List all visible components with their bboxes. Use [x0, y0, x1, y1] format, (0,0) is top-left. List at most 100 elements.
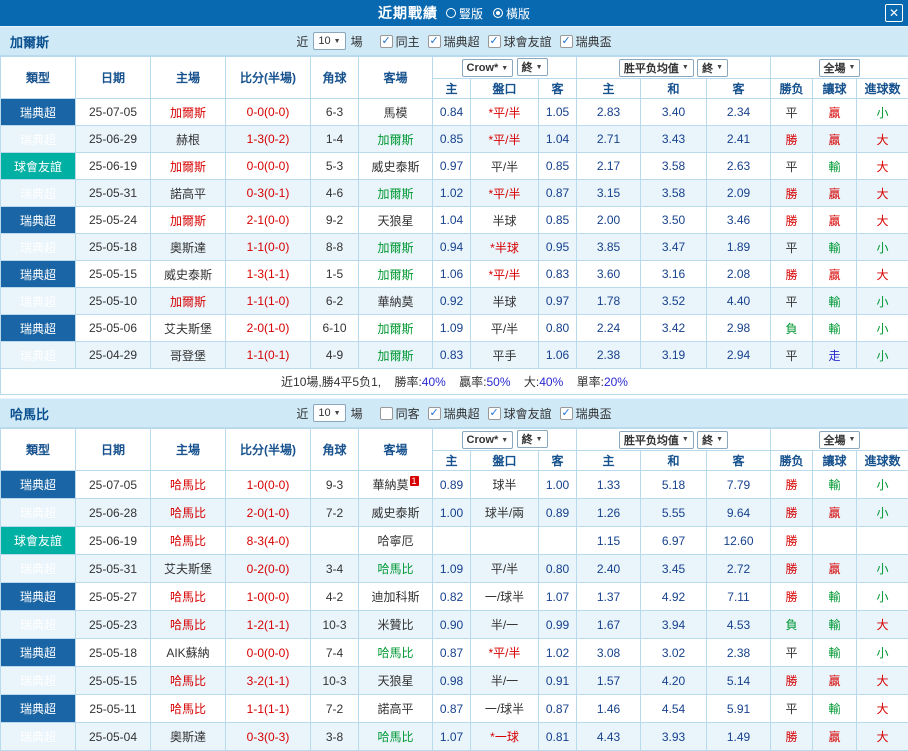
filter-checkbox[interactable]: ✓球會友誼 [488, 33, 552, 50]
rank-badge: 1 [410, 476, 419, 486]
checkbox-icon[interactable]: ✓ [488, 35, 501, 48]
match-row: 瑞典超25-05-15威史泰斯1-3(1-1)1-5加爾斯1.06*平/半0.8… [1, 261, 908, 288]
cell-odds-away [539, 527, 577, 555]
checkbox-icon[interactable]: ✓ [428, 35, 441, 48]
stat-value: 40% [422, 375, 446, 389]
bookmaker-select[interactable]: Crow*▼ [462, 59, 514, 77]
filter-checkbox[interactable]: ✓同主 [380, 33, 420, 50]
filter-checkbox[interactable]: ✓球會友誼 [488, 405, 552, 422]
cell-odds-away: 0.99 [539, 611, 577, 639]
games-count-value: 10 [318, 407, 330, 419]
match-row: 瑞典超25-05-27哈馬比1-0(0-0)4-2迪加科斯0.82一/球半1.0… [1, 583, 908, 611]
avg-type-select[interactable]: 胜平负均值▼ [619, 59, 694, 77]
radio-icon [446, 8, 456, 18]
games-count-select[interactable]: 10▼ [313, 32, 345, 50]
cell-odds-home: 0.87 [433, 695, 471, 723]
cell-league-type: 瑞典超 [1, 234, 76, 261]
match-row: 瑞典超25-05-31諾高平0-3(0-1)4-6加爾斯1.02*平/半0.87… [1, 180, 908, 207]
cell-away-team: 加爾斯 [359, 180, 433, 207]
scope-select[interactable]: 全場▼ [819, 59, 861, 77]
cell-odds-home: 1.02 [433, 180, 471, 207]
cell-score: 1-3(1-1) [226, 261, 311, 288]
checkbox-label: 同主 [396, 33, 420, 50]
checkbox-icon[interactable]: ✓ [380, 35, 393, 48]
layout-radio[interactable]: 橫版 [493, 5, 530, 22]
cell-handicap: 半球 [471, 288, 539, 315]
avg-final-select[interactable]: 終▼ [697, 59, 728, 77]
cell-away-team: 米贊比 [359, 611, 433, 639]
cell-date: 25-04-29 [76, 342, 151, 369]
cell-score: 1-3(0-2) [226, 126, 311, 153]
checkbox-icon[interactable]: ✓ [560, 35, 573, 48]
cell-date: 25-06-28 [76, 499, 151, 527]
summary-row: 近10場,勝4平5负1, 勝率:40% 贏率:50% 大:40% 單率:20% [1, 369, 908, 395]
games-count-select[interactable]: 10▼ [313, 404, 345, 422]
cell-league-type: 瑞典超 [1, 180, 76, 207]
cell-odds-home: 0.90 [433, 611, 471, 639]
cell-handicap: 半球 [471, 207, 539, 234]
cell-home-team: 哈馬比 [151, 471, 226, 499]
cell-handicap-result: 輸 [813, 583, 857, 611]
cell-home-team: 哈馬比 [151, 695, 226, 723]
cell-league-type: 瑞典超 [1, 499, 76, 527]
filter-checkbox[interactable]: 同客 [380, 405, 420, 422]
cell-avg-away: 12.60 [707, 527, 771, 555]
cell-goals-result: 大 [857, 611, 908, 639]
cell-result: 勝 [771, 126, 813, 153]
cell-avg-draw: 5.18 [641, 471, 707, 499]
bookmaker-select[interactable]: Crow*▼ [462, 431, 514, 449]
cell-result: 勝 [771, 723, 813, 751]
cell-odds-away: 0.85 [539, 207, 577, 234]
cell-handicap-result: 輸 [813, 695, 857, 723]
layout-radio[interactable]: 豎版 [446, 5, 483, 22]
games-count-value: 10 [318, 35, 330, 47]
checkbox-icon[interactable]: ✓ [560, 407, 573, 420]
subcol-goals: 進球数 [857, 451, 908, 471]
cell-date: 25-07-05 [76, 471, 151, 499]
col-date: 日期 [76, 57, 151, 99]
cell-league-type: 瑞典超 [1, 288, 76, 315]
cell-league-type: 瑞典超 [1, 126, 76, 153]
odds-final-select[interactable]: 終▼ [517, 430, 548, 448]
cell-league-type: 瑞典超 [1, 342, 76, 369]
subcol-goals: 進球数 [857, 79, 908, 99]
stat-label: 大: [524, 375, 539, 389]
cell-avg-away: 9.64 [707, 499, 771, 527]
filter-checkbox[interactable]: ✓瑞典超 [428, 405, 480, 422]
cell-date: 25-06-29 [76, 126, 151, 153]
odds-final-select[interactable]: 終▼ [517, 58, 548, 76]
cell-handicap-result: 贏 [813, 499, 857, 527]
checkbox-icon[interactable]: ✓ [428, 407, 441, 420]
summary-stat: 大:40% [524, 375, 563, 389]
filter-checkbox[interactable]: ✓瑞典盃 [560, 33, 612, 50]
cell-avg-draw: 3.16 [641, 261, 707, 288]
cell-result: 勝 [771, 555, 813, 583]
cell-goals-result: 大 [857, 207, 908, 234]
filter-checkbox[interactable]: ✓瑞典超 [428, 33, 480, 50]
cell-league-type: 瑞典超 [1, 207, 76, 234]
checkbox-icon[interactable] [380, 407, 393, 420]
checkbox-icon[interactable]: ✓ [488, 407, 501, 420]
matches-table: 類型 日期 主場 比分(半場) 角球 客場 Crow*▼ 終▼ 胜平负均值▼ 終… [0, 428, 908, 751]
avg-final-select[interactable]: 終▼ [697, 431, 728, 449]
cell-date: 25-05-23 [76, 611, 151, 639]
cell-avg-home: 2.71 [577, 126, 641, 153]
close-icon[interactable]: ✕ [885, 4, 903, 22]
filters: 近 10▼ 場 ✓同主✓瑞典超✓球會友誼✓瑞典盃 [296, 32, 611, 50]
filter-checkbox[interactable]: ✓瑞典盃 [560, 405, 612, 422]
cell-handicap: 平/半 [471, 315, 539, 342]
stat-label: 單率: [577, 375, 604, 389]
cell-date: 25-05-27 [76, 583, 151, 611]
cell-avg-draw: 6.97 [641, 527, 707, 555]
cell-away-team: 加爾斯 [359, 261, 433, 288]
cell-home-team: 艾夫斯堡 [151, 315, 226, 342]
layout-toggle: 豎版橫版 [446, 5, 530, 22]
match-row: 瑞典超25-05-18奧斯達1-1(0-0)8-8加爾斯0.94*半球0.953… [1, 234, 908, 261]
cell-avg-away: 2.34 [707, 99, 771, 126]
avg-type-select[interactable]: 胜平负均值▼ [619, 431, 694, 449]
cell-date: 25-06-19 [76, 527, 151, 555]
cell-handicap-result: 輸 [813, 471, 857, 499]
cell-avg-home: 1.26 [577, 499, 641, 527]
match-row: 瑞典超25-05-11哈馬比1-1(1-1)7-2諾高平0.87一/球半0.87… [1, 695, 908, 723]
scope-select[interactable]: 全場▼ [819, 431, 861, 449]
